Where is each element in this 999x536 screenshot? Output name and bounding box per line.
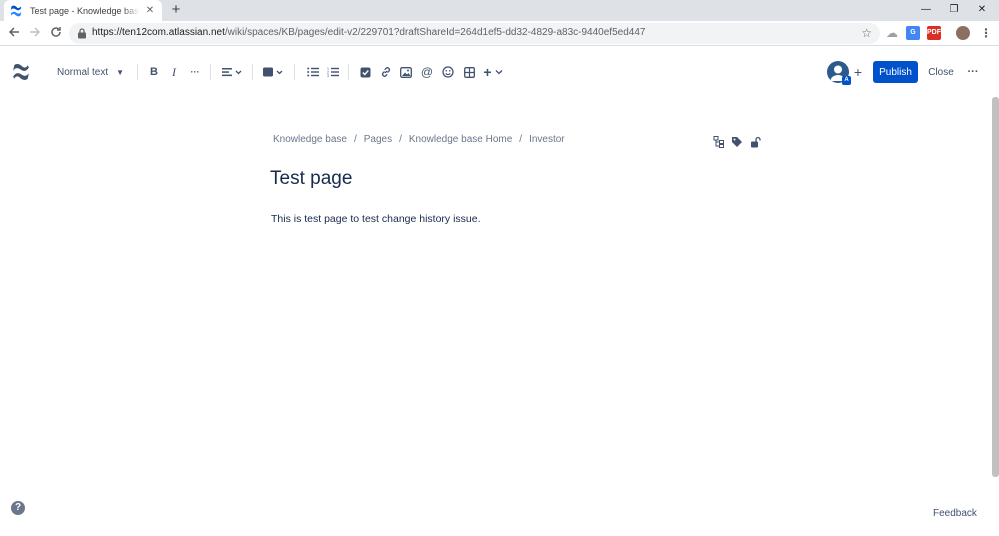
invite-button[interactable]: + — [850, 63, 866, 81]
close-button[interactable]: Close — [924, 61, 958, 83]
browser-toolbar: https://ten12com.atlassian.net/wiki/spac… — [0, 21, 999, 46]
action-item-icon — [360, 67, 370, 77]
address-bar[interactable]: https://ten12com.atlassian.net/wiki/spac… — [69, 23, 880, 44]
toolbar-divider — [210, 64, 211, 80]
url-path: /wiki/spaces/KB/pages/edit-v2/229701?dra… — [224, 27, 646, 38]
feedback-link[interactable]: Feedback — [933, 508, 977, 519]
align-left-icon — [222, 68, 242, 77]
align-button[interactable] — [221, 63, 243, 81]
toolbar-divider — [348, 64, 349, 80]
new-tab-button[interactable]: + — [169, 2, 183, 17]
breadcrumb: Knowledge base / Pages / Knowledge base … — [273, 134, 565, 145]
bullet-list-icon — [307, 67, 319, 77]
label-tag-icon[interactable] — [731, 135, 743, 147]
lock-icon — [78, 28, 86, 39]
chevron-down-icon — [495, 70, 503, 75]
confluence-favicon-icon — [10, 5, 22, 16]
page-tree-icon[interactable] — [713, 135, 725, 148]
table-icon — [463, 66, 475, 78]
toolbar-divider — [137, 64, 138, 80]
breadcrumb-separator: / — [353, 134, 357, 145]
text-style-label: Normal text — [57, 66, 109, 78]
more-formatting-button[interactable]: ··· — [186, 63, 204, 81]
breadcrumb-item[interactable]: Investor — [529, 134, 565, 145]
toolbar-divider — [252, 64, 253, 80]
browser-tab-strip: Test page - Knowledge base - Confluence … — [0, 0, 999, 21]
profile-avatar[interactable] — [956, 26, 970, 40]
link-button[interactable] — [377, 63, 395, 81]
breadcrumb-separator: / — [519, 134, 523, 145]
text-style-dropdown[interactable]: Normal text ▼ — [51, 61, 130, 83]
reload-icon[interactable] — [49, 26, 63, 40]
toolbar-divider — [294, 64, 295, 80]
breadcrumb-item[interactable]: Knowledge base — [273, 134, 347, 145]
cloud-icon[interactable]: ☁ — [885, 26, 899, 40]
chevron-down-icon: ▼ — [116, 67, 125, 77]
browser-tab[interactable]: Test page - Knowledge base - Confluence … — [4, 0, 162, 21]
back-arrow-icon[interactable] — [7, 26, 21, 40]
confluence-logo-icon[interactable] — [12, 63, 30, 81]
bookmark-star-icon[interactable]: ☆ — [861, 26, 872, 40]
page-title[interactable]: Test page — [270, 168, 352, 190]
tab-title: Test page - Knowledge base - Confluence — [30, 5, 140, 16]
pdf-icon[interactable]: PDF — [927, 26, 941, 40]
breadcrumb-separator: / — [399, 134, 402, 145]
bullet-list-button[interactable] — [304, 63, 322, 81]
breadcrumb-item[interactable]: Pages — [364, 134, 392, 145]
emoji-button[interactable] — [439, 63, 457, 81]
publish-button[interactable]: Publish — [873, 61, 918, 83]
scrollbar[interactable] — [992, 97, 999, 477]
url-host: https://ten12com.atlassian.net — [92, 27, 225, 38]
image-button[interactable] — [397, 63, 415, 81]
numbered-list-button[interactable]: 1 2 3 — [324, 63, 342, 81]
insert-button[interactable]: + — [482, 63, 504, 81]
url-text: https://ten12com.atlassian.net/wiki/spac… — [92, 27, 645, 38]
italic-button[interactable]: I — [165, 63, 183, 81]
text-color-button[interactable] — [263, 63, 285, 81]
forward-arrow-icon[interactable] — [28, 26, 42, 40]
image-icon — [400, 66, 412, 78]
menu-icon[interactable]: ⋮ — [979, 26, 993, 40]
plus-icon: + — [483, 64, 492, 80]
mention-button[interactable]: @ — [418, 63, 436, 81]
more-options-button[interactable]: ··· — [964, 63, 982, 81]
breadcrumb-item[interactable]: Knowledge base Home — [409, 134, 512, 145]
bold-button[interactable]: B — [145, 63, 163, 81]
svg-text:3: 3 — [327, 74, 329, 77]
link-icon — [381, 67, 391, 77]
action-item-button[interactable] — [356, 63, 374, 81]
close-window-icon[interactable]: ✕ — [975, 3, 989, 17]
restore-window-icon[interactable]: ❐ — [947, 3, 961, 17]
text-color-icon — [263, 67, 283, 77]
page-body-text[interactable]: This is test page to test change history… — [271, 213, 481, 225]
emoji-icon — [442, 66, 454, 78]
minimize-window-icon[interactable]: — — [919, 3, 933, 17]
unlock-icon[interactable] — [750, 135, 762, 148]
table-button[interactable] — [460, 63, 478, 81]
numbered-list-icon: 1 2 3 — [327, 67, 339, 77]
tab-close-icon[interactable]: ✕ — [144, 5, 156, 16]
help-icon[interactable]: ? — [11, 501, 25, 515]
editor-toolbar: Normal text ▼ B I ··· 1 2 3 @ + A + Publ… — [0, 47, 999, 97]
translate-icon[interactable]: G — [906, 26, 920, 40]
